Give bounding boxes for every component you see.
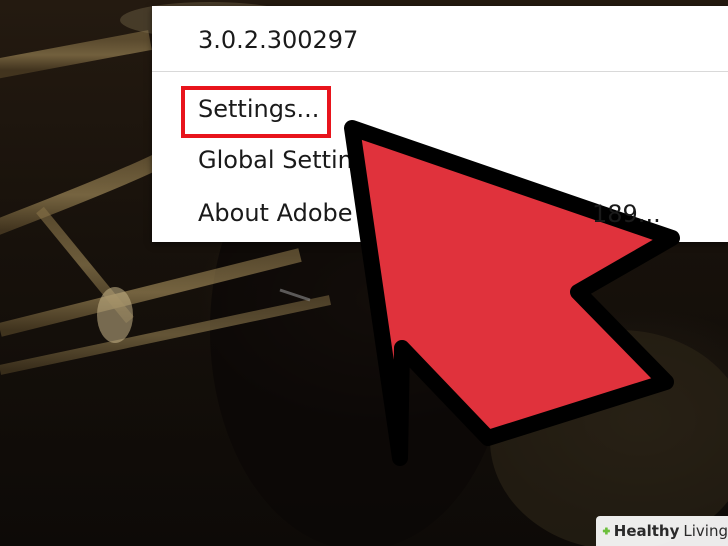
brand-watermark: Healthy Living — [596, 516, 728, 546]
watermark-brand-word-2: Living — [683, 522, 728, 540]
plus-leaf-icon — [602, 527, 610, 535]
pointer-arrow-icon: 189... — [344, 120, 680, 466]
menu-item-about-trailing-text: 189... — [592, 200, 661, 228]
watermark-brand-word: Healthy — [613, 522, 680, 540]
screenshot-stage: 3.0.2.300297 Settings... Global Setting … — [0, 0, 728, 546]
